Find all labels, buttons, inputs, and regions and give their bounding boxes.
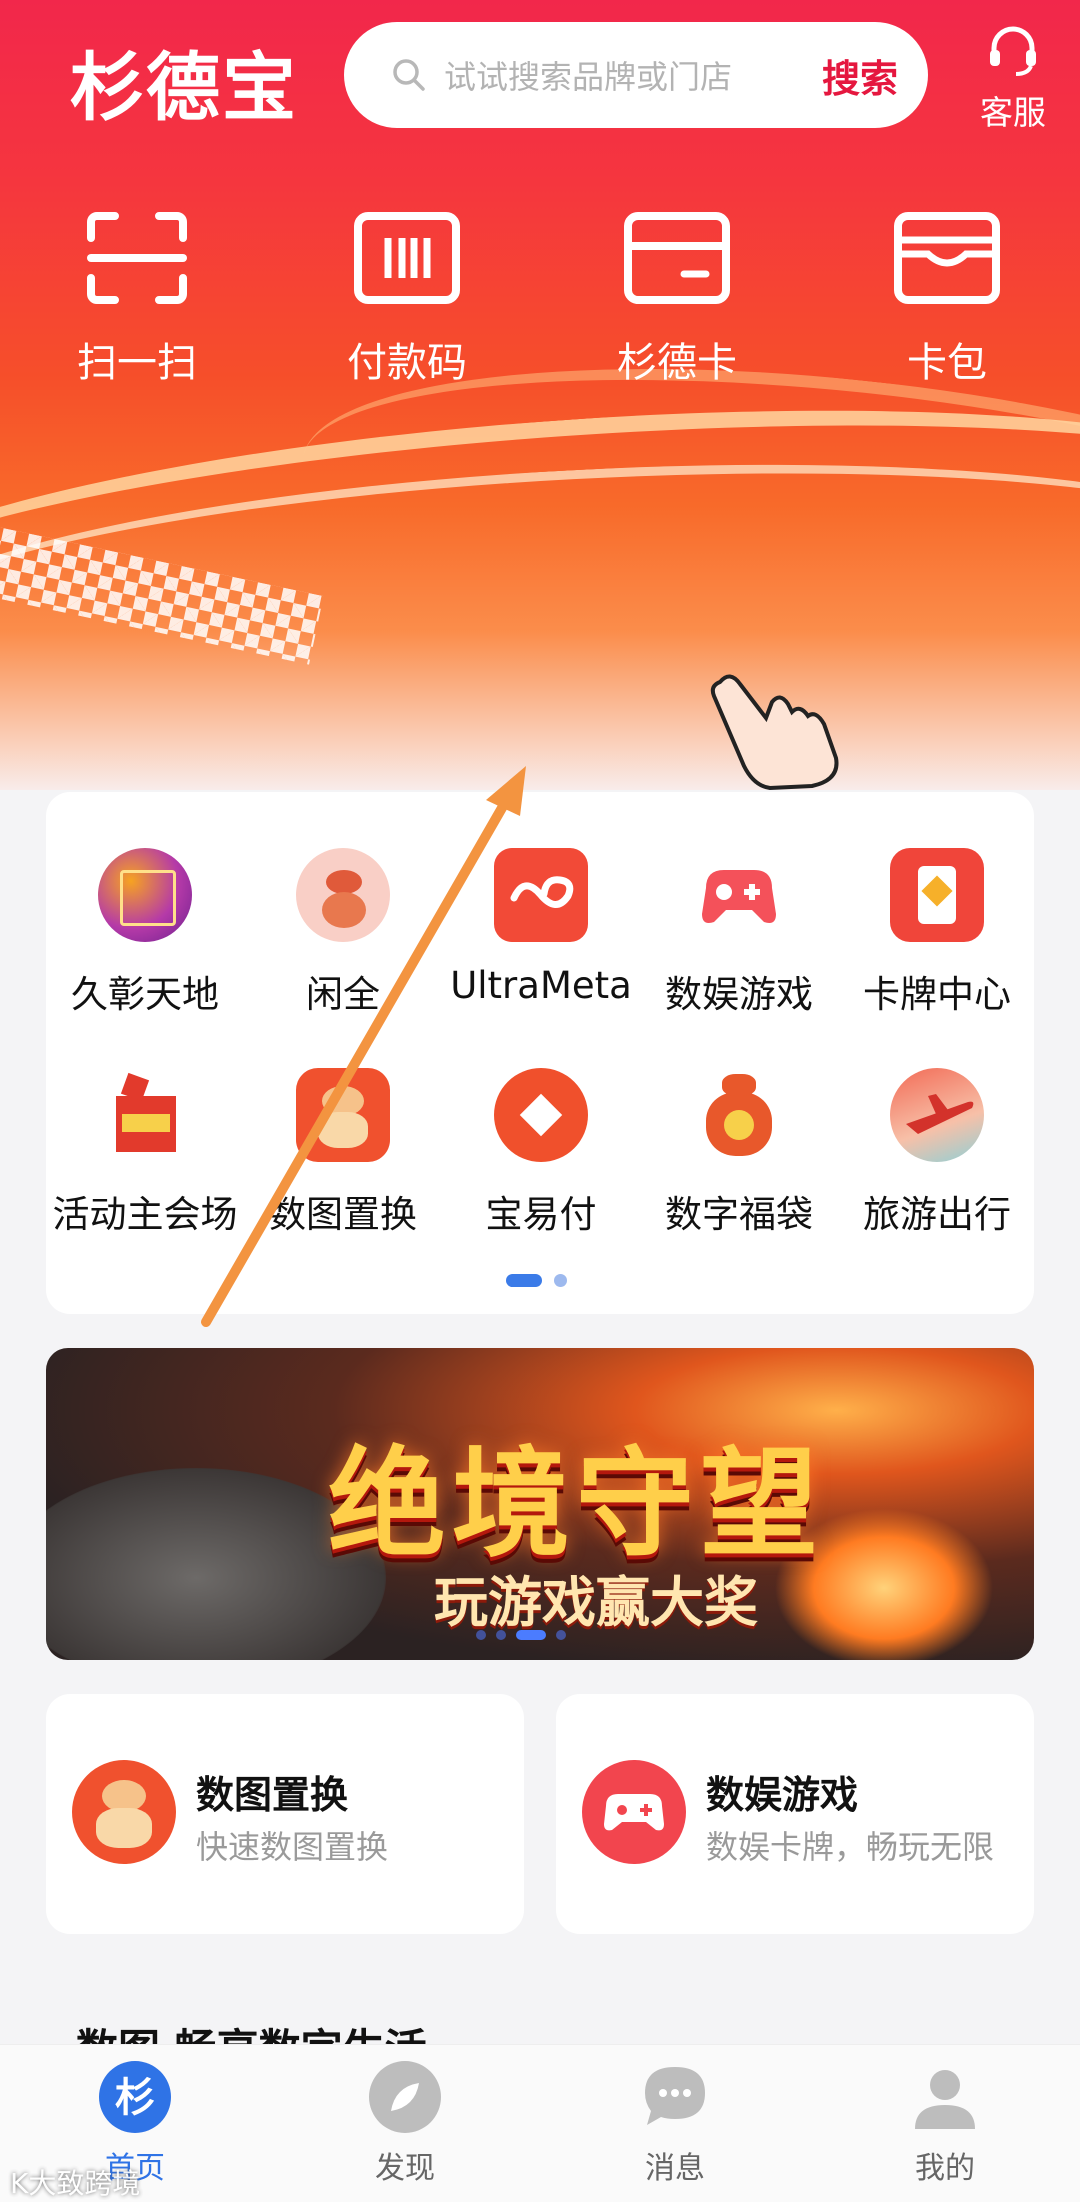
jiuzhang-icon [98, 848, 192, 942]
game-banner-subtitle: 玩游戏赢大奖 [434, 1571, 758, 1634]
pager-dot [476, 1630, 486, 1640]
pager-dot-active [516, 1630, 546, 1640]
search-bar[interactable]: 试试搜索品牌或门店 搜索 [344, 22, 928, 128]
quick-action-paycode[interactable]: 付款码 [302, 210, 512, 388]
service-xianquan[interactable]: 闲全 [244, 848, 442, 1018]
baoyifu-icon [494, 1068, 588, 1162]
app-logo: 杉德宝 [70, 45, 298, 131]
game-banner-pager [476, 1630, 566, 1640]
feature-card-subtitle: 数娱卡牌，畅玩无限 [706, 1828, 995, 1866]
service-label: 卡牌中心 [863, 973, 1011, 1016]
ultrameta-icon [494, 848, 588, 942]
service-label: 数娱游戏 [665, 973, 813, 1016]
headset-icon [990, 26, 1036, 76]
service-baoyifu[interactable]: 宝易付 [442, 1068, 640, 1238]
quick-action-label: 扫一扫 [77, 340, 197, 386]
service-label: 闲全 [306, 973, 380, 1016]
service-label: 活动主会场 [52, 1193, 238, 1236]
services-card: 久彰天地 闲全 UltraMeta 数娱游戏 卡牌中心 活动主会场 数图置换 宝… [46, 792, 1034, 1314]
service-travel[interactable]: 旅游出行 [838, 1068, 1036, 1238]
service-label: 宝易付 [485, 1193, 597, 1236]
feature-card-title: 数图置换 [196, 1773, 349, 1817]
service-game[interactable]: 数娱游戏 [640, 848, 838, 1018]
wallet-icon [894, 212, 1000, 304]
exchange-icon [296, 1068, 390, 1162]
feature-card-subtitle: 快速数图置换 [196, 1828, 389, 1866]
service-exchange[interactable]: 数图置换 [244, 1068, 442, 1238]
tab-profile[interactable]: 我的 [860, 2061, 1030, 2187]
tab-label: 我的 [915, 2151, 975, 2186]
airplane-icon [890, 1068, 984, 1162]
gamepad-icon [582, 1760, 686, 1864]
gamepad-icon [692, 848, 786, 942]
gift-box-icon [98, 1068, 192, 1162]
quick-action-label: 杉德卡 [617, 340, 737, 386]
quick-action-wallet[interactable]: 卡包 [842, 210, 1052, 388]
bottom-tab-bar: 杉 首页 发现 消息 我的 [0, 2044, 1080, 2202]
svg-text:杉: 杉 [115, 2074, 155, 2121]
service-ultrameta[interactable]: UltraMeta [442, 848, 640, 1007]
pager-dot-active [506, 1274, 542, 1287]
service-lucky-bag[interactable]: 数字福袋 [640, 1068, 838, 1238]
card-center-icon [890, 848, 984, 942]
compass-icon [369, 2061, 441, 2133]
watermark: K大致跨境 [10, 2167, 141, 2200]
service-label: 数字福袋 [665, 1193, 813, 1236]
services-pager [506, 1274, 567, 1287]
pager-dot [556, 1630, 566, 1640]
game-banner-title: 绝境守望 [327, 1434, 824, 1573]
service-label: 久彰天地 [71, 973, 219, 1016]
chat-icon [639, 2061, 711, 2133]
tab-messages[interactable]: 消息 [590, 2061, 760, 2187]
exchange-icon [72, 1760, 176, 1864]
service-label: 旅游出行 [863, 1193, 1011, 1236]
feature-card-title: 数娱游戏 [706, 1773, 859, 1817]
service-label: 数图置换 [269, 1193, 417, 1236]
user-icon [909, 2061, 981, 2133]
quick-action-scan[interactable]: 扫一扫 [32, 210, 242, 388]
search-icon [393, 59, 425, 91]
pager-dot [496, 1630, 506, 1640]
feature-card-exchange[interactable]: 数图置换 快速数图置换 [46, 1694, 524, 1934]
service-event-hall[interactable]: 活动主会场 [46, 1068, 244, 1238]
customer-service-label: 客服 [980, 93, 1046, 132]
tab-label: 发现 [375, 2151, 435, 2186]
xianquan-icon [296, 848, 390, 942]
quick-action-label: 付款码 [347, 340, 467, 386]
game-banner[interactable]: 绝境守望 玩游戏赢大奖 [46, 1348, 1034, 1660]
service-jiuzhang[interactable]: 久彰天地 [46, 848, 244, 1018]
feature-card-game[interactable]: 数娱游戏 数娱卡牌，畅玩无限 [556, 1694, 1034, 1934]
barcode-icon [354, 212, 460, 304]
service-card-center[interactable]: 卡牌中心 [838, 848, 1036, 1018]
service-label: UltraMeta [450, 964, 632, 1007]
tab-discover[interactable]: 发现 [320, 2061, 490, 2187]
search-button[interactable]: 搜索 [822, 48, 898, 103]
customer-service-button[interactable]: 客服 [958, 22, 1068, 134]
lucky-bag-icon [692, 1068, 786, 1162]
scan-icon [87, 212, 187, 304]
tab-label: 消息 [645, 2151, 705, 2186]
search-input[interactable]: 试试搜索品牌或门店 [444, 52, 812, 98]
quick-action-sand-card[interactable]: 杉德卡 [572, 210, 782, 388]
pager-dot [554, 1274, 567, 1287]
home-icon: 杉 [99, 2061, 171, 2133]
pointing-hand-icon [710, 674, 839, 791]
quick-action-label: 卡包 [907, 340, 987, 386]
card-icon [624, 212, 730, 304]
